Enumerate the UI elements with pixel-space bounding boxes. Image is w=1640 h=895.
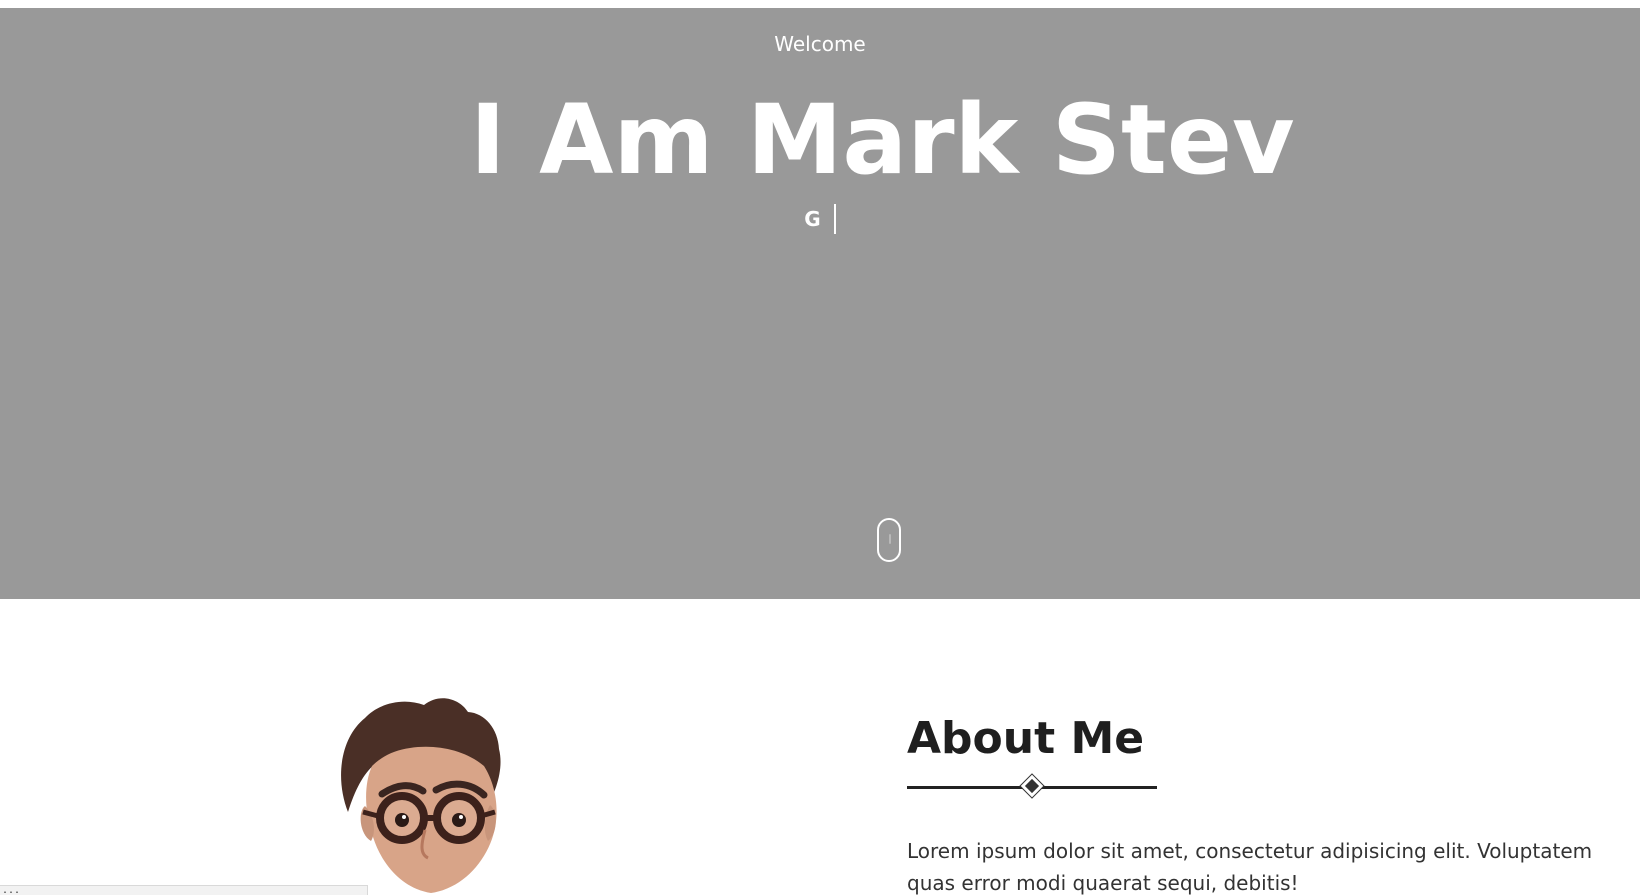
profile-portrait (341, 698, 501, 893)
typed-text: G (804, 207, 821, 231)
mouse-wheel-icon (889, 534, 891, 544)
hero-section: Welcome I Am Mark Stev G (0, 8, 1640, 599)
typed-line: G (0, 204, 1640, 234)
status-bar-tooltip: ... (0, 885, 368, 895)
about-section: About Me Lorem ipsum dolor sit amet, con… (0, 599, 1640, 895)
mouse-scroll-icon[interactable] (877, 518, 901, 562)
diamond-divider-icon (1019, 773, 1045, 799)
about-title: About Me (907, 713, 1145, 764)
typing-cursor-icon (833, 204, 836, 234)
about-divider (907, 773, 1157, 799)
about-body-text: Lorem ipsum dolor sit amet, consectetur … (907, 839, 1593, 895)
page-top-strip (0, 0, 1640, 8)
hero-title: I Am Mark Stev (470, 84, 1295, 196)
hero-kicker: Welcome (774, 32, 866, 56)
